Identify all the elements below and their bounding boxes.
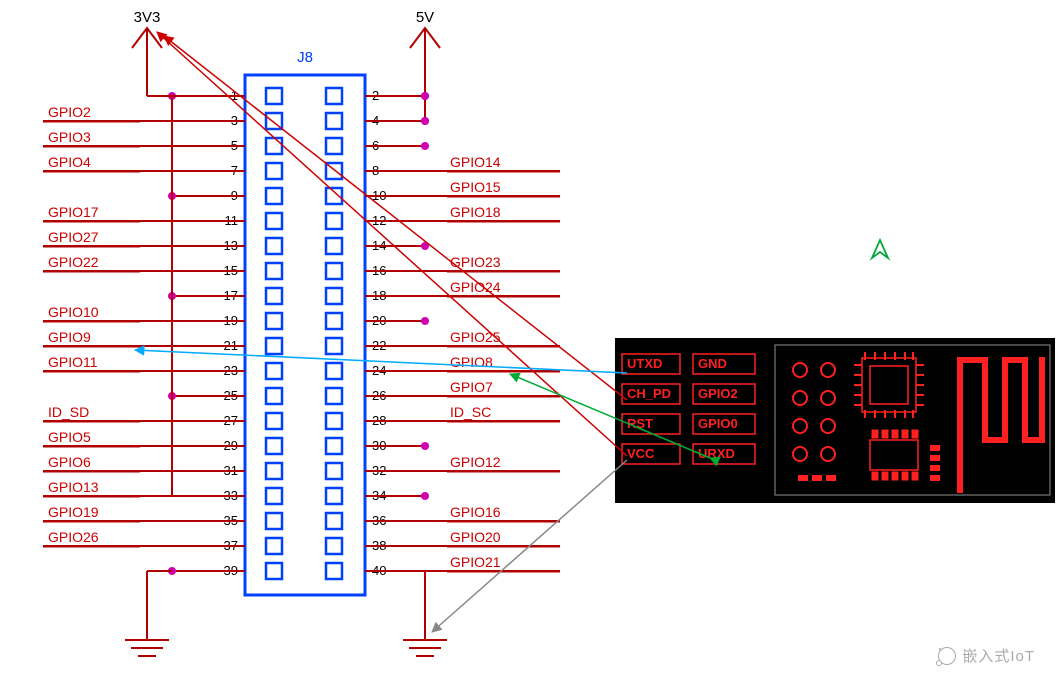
gpio-label: GPIO15: [450, 179, 501, 195]
gpio-label: GPIO12: [450, 454, 501, 470]
gpio-label: GPIO5: [48, 429, 91, 445]
gpio-label: GPIO25: [450, 329, 501, 345]
gpio-label: GPIO22: [48, 254, 99, 270]
gpio-label: GPIO6: [48, 454, 91, 470]
power-3v3-label: 3V3: [134, 9, 161, 26]
gpio-label: GPIO26: [48, 529, 99, 545]
watermark: 嵌入式IoT: [938, 645, 1035, 666]
esp-pin-label: VCC: [627, 446, 655, 461]
gpio-label: GPIO4: [48, 154, 91, 170]
esp-module: UTXDCH_PDRSTVCC GNDGPIO2GPIO0URXD: [615, 338, 1055, 503]
pinout-diagram: 3V3 5V J8 1234GPIO256GPIO378GPIO4GPIO149…: [0, 0, 1060, 686]
wechat-bubble-icon: [938, 647, 956, 665]
gpio-label: GPIO17: [48, 204, 99, 220]
connector-ref-label: J8: [297, 49, 313, 66]
gpio-label: ID_SD: [48, 404, 89, 420]
gpio-label: GPIO7: [450, 379, 493, 395]
connector-body: [245, 75, 365, 595]
gpio-label: GPIO27: [48, 229, 99, 245]
gpio-label: GPIO3: [48, 129, 91, 145]
compass-north-icon: [872, 240, 888, 258]
watermark-text: 嵌入式IoT: [962, 645, 1035, 666]
esp-pin-label: GND: [698, 356, 727, 371]
gpio-label: GPIO11: [48, 354, 98, 370]
gpio-label: GPIO20: [450, 529, 501, 545]
gpio-label: GPIO13: [48, 479, 99, 495]
rail-5v: [410, 28, 440, 125]
gpio-label: GPIO14: [450, 154, 501, 170]
esp-pin-label: URXD: [698, 446, 735, 461]
gpio-label: GPIO21: [450, 554, 501, 570]
gpio-label: GPIO10: [48, 304, 99, 320]
gpio-label: GPIO8: [450, 354, 493, 370]
pin-rows: 1234GPIO256GPIO378GPIO4GPIO14910GPIO1511…: [43, 88, 560, 610]
power-5v-label: 5V: [416, 9, 434, 26]
gpio-label: GPIO2: [48, 104, 91, 120]
esp-pin-label: GPIO2: [698, 386, 738, 401]
gpio-label: GPIO18: [450, 204, 501, 220]
esp-pin-label: GPIO0: [698, 416, 738, 431]
gpio-label: GPIO9: [48, 329, 91, 345]
gpio-label: GPIO19: [48, 504, 99, 520]
esp-pin-label: CH_PD: [627, 386, 671, 401]
esp-pin-label: UTXD: [627, 356, 662, 371]
ground-left: [125, 610, 169, 656]
ground-right: [403, 610, 447, 656]
gpio-label: ID_SC: [450, 404, 491, 420]
gpio-label: GPIO16: [450, 504, 501, 520]
